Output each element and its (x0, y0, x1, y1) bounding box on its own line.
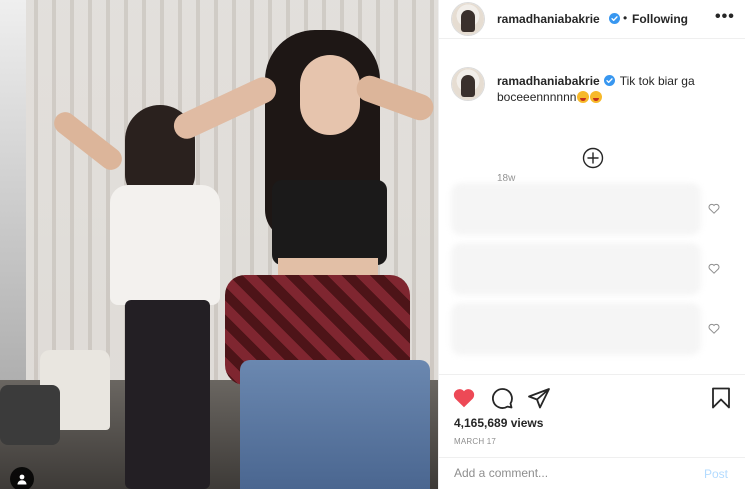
verified-badge-icon (603, 75, 615, 86)
share-icon[interactable] (527, 386, 551, 410)
dancer-left-pants (125, 300, 210, 489)
avatar[interactable] (452, 3, 484, 35)
header-separator: • (623, 11, 628, 25)
angry-face-emoji-icon (577, 91, 590, 103)
heart-icon[interactable] (708, 323, 720, 334)
user-tag-icon[interactable] (10, 467, 34, 489)
bookmark-icon[interactable] (709, 386, 733, 410)
angry-face-emoji-icon (590, 91, 603, 103)
heart-icon[interactable] (452, 386, 476, 410)
list-item (451, 183, 701, 235)
post-header: ramadhaniabakrie • Following ••• (439, 0, 745, 39)
add-comment-row: Post (439, 457, 745, 491)
comment-icon[interactable] (490, 386, 514, 410)
post-actions: 4,165,689 views MARCH 17 Post (439, 374, 745, 490)
header-username[interactable]: ramadhaniabakrie (497, 12, 600, 26)
video-luggage (0, 385, 60, 445)
view-count[interactable]: 4,165,689 views (454, 416, 543, 430)
dancer-right-top (272, 180, 387, 265)
more-options-button[interactable]: ••• (715, 8, 735, 26)
dancer-left-shirt (110, 185, 220, 305)
comment-input[interactable] (454, 466, 674, 480)
post-sidebar: ramadhaniabakrie • Following ••• ramadha… (438, 0, 745, 489)
dancer-right-jeans (240, 360, 430, 489)
heart-icon[interactable] (708, 203, 720, 214)
dancer-right-face (300, 55, 360, 135)
plus-circle-icon[interactable] (582, 147, 604, 169)
post-video[interactable] (0, 0, 438, 489)
post-button[interactable]: Post (704, 467, 728, 481)
instagram-post: ramadhaniabakrie • Following ••• ramadha… (0, 0, 745, 489)
post-date[interactable]: MARCH 17 (454, 437, 496, 446)
caption-body: ramadhaniabakrie Tik tok biar ga boceeenn… (497, 73, 727, 105)
following-button[interactable]: Following (632, 12, 688, 26)
verified-badge-icon (609, 13, 620, 24)
list-item (451, 303, 701, 355)
heart-icon[interactable] (708, 263, 720, 274)
caption-username[interactable]: ramadhaniabakrie (497, 74, 600, 88)
list-item (451, 243, 701, 295)
caption-avatar[interactable] (452, 68, 484, 100)
